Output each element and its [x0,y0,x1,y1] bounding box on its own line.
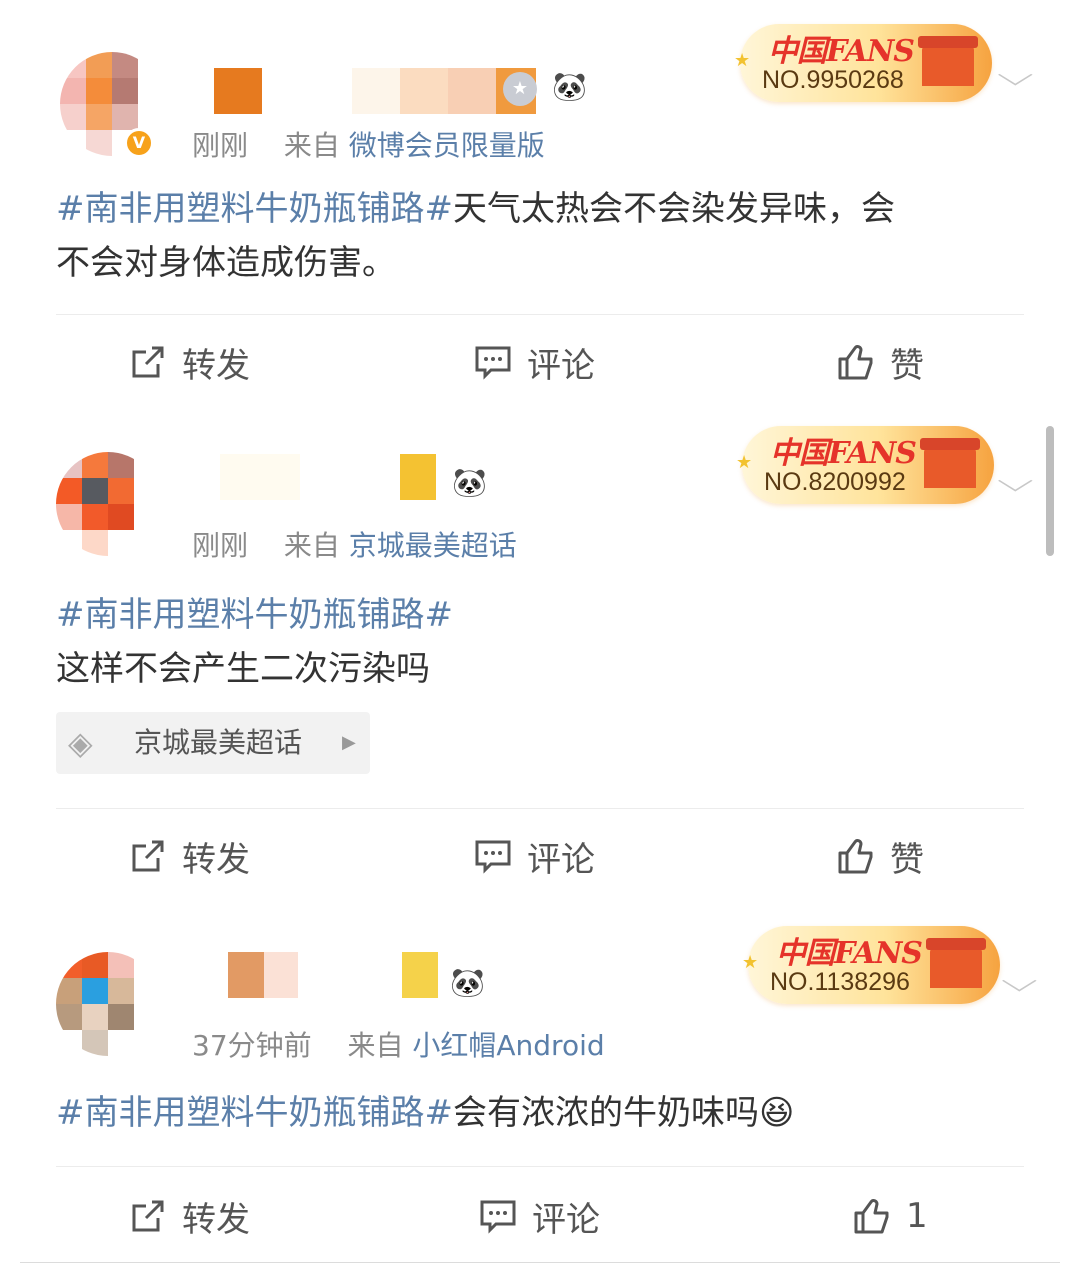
supertopic-chip[interactable]: ◈ 京城最美超话 ▶ [56,712,370,774]
like-button[interactable]: 赞 [836,332,924,392]
avatar[interactable] [56,452,160,556]
scrollbar[interactable] [1046,426,1054,556]
star-icon: ★ [734,50,751,71]
divider [56,808,1024,809]
tiananmen-icon [918,36,978,86]
tiananmen-icon [920,438,980,488]
username[interactable] [214,68,536,114]
arrow-right-icon: ▶ [342,732,356,753]
username[interactable] [228,952,438,998]
post-time: 刚刚 [192,529,249,562]
post-text: #南非用塑料牛奶瓶铺路#会有浓浓的牛奶味吗😆 [56,1086,1016,1140]
panda-icon: 🐼 [452,466,487,500]
fans-logo: 中国FANS [776,936,923,971]
fans-number: NO.8200992 [764,468,906,496]
post-card: 🐼 刚刚 来自 京城最美超话 ★ 中国FANS NO.8200992 ⌵ #南非… [0,420,1080,920]
post-body-line: 天气太热会不会染发异味，会 [452,189,895,229]
source-prefix: 来自 [347,1029,404,1062]
repost-label: 转发 [182,1199,250,1240]
share-icon [128,836,168,876]
action-bar: 转发 评论 1 [0,1186,1080,1246]
fans-number: NO.1138296 [770,968,910,996]
comment-button[interactable]: 评论 [478,1186,600,1246]
topic-link[interactable]: #南非用塑料牛奶瓶铺路# [56,595,453,635]
post-body-line: 不会对身体造成伤害。 [56,243,396,283]
post-text: #南非用塑料牛奶瓶铺路# 这样不会产生二次污染吗 [56,588,1016,696]
source-link[interactable]: 小红帽Android [412,1029,604,1062]
source-prefix: 来自 [283,129,340,162]
fans-number: NO.9950268 [762,66,904,94]
like-label: 赞 [890,839,924,880]
chevron-down-icon[interactable]: ⌵ [997,58,1033,93]
panda-icon: 🐼 [552,70,587,104]
post-time: 刚刚 [192,129,249,162]
comment-button[interactable]: 评论 [473,332,595,392]
share-icon [128,1196,168,1236]
action-bar: 转发 评论 赞 [0,332,1080,392]
like-button[interactable]: 1 [852,1186,928,1246]
comment-label: 评论 [532,1199,600,1240]
source-link[interactable]: 微博会员限量版 [349,129,545,162]
star-icon: ★ [742,952,759,973]
username[interactable] [220,454,436,500]
panda-icon: 🐼 [450,966,485,1000]
comment-button[interactable]: 评论 [473,826,595,886]
post-text: #南非用塑料牛奶瓶铺路#天气太热会不会染发异味，会 不会对身体造成伤害。 [56,182,1016,290]
post-time: 37分钟前 [192,1029,312,1062]
divider [56,314,1024,315]
chevron-down-icon[interactable]: ⌵ [997,464,1033,499]
fans-logo: 中国FANS [770,436,917,471]
fans-badge[interactable]: ★ 中国FANS NO.8200992 [736,426,994,504]
comment-icon [478,1196,518,1236]
thumbs-up-icon [852,1196,892,1236]
fans-logo: 中国FANS [768,34,915,69]
medal-icon: ★ [503,72,537,106]
chevron-down-icon[interactable]: ⌵ [1001,964,1037,999]
like-button[interactable]: 赞 [836,826,924,886]
post-meta: 刚刚 来自 微博会员限量版 [192,124,545,164]
comment-label: 评论 [527,839,595,880]
post-body-line: 会有浓浓的牛奶味吗 [452,1093,759,1133]
comment-icon [473,836,513,876]
tiananmen-icon [926,938,986,988]
repost-button[interactable]: 转发 [128,1186,250,1246]
post-meta: 37分钟前 来自 小红帽Android [192,1024,605,1064]
comment-icon [473,342,513,382]
diamond-icon: ◈ [68,724,93,762]
topic-link[interactable]: #南非用塑料牛奶瓶铺路# [56,189,453,229]
like-label: 赞 [890,345,924,386]
share-icon [128,342,168,382]
verified-badge-icon: V [124,128,154,158]
star-icon: ★ [736,452,753,473]
post-body-line: 这样不会产生二次污染吗 [56,649,430,689]
divider [56,1166,1024,1167]
like-count: 1 [906,1196,928,1236]
comment-label: 评论 [527,345,595,386]
chip-label: 京城最美超话 [134,726,303,759]
action-bar: 转发 评论 赞 [0,826,1080,886]
post-card: V ★ 🐼 刚刚 来自 微博会员限量版 ★ 中国FANS NO.9950268 … [0,0,1080,420]
thumbs-up-icon [836,342,876,382]
repost-label: 转发 [182,345,250,386]
fans-badge[interactable]: ★ 中国FANS NO.9950268 [734,24,992,102]
topic-link[interactable]: #南非用塑料牛奶瓶铺路# [56,1093,453,1133]
source-prefix: 来自 [283,529,340,562]
post-meta: 刚刚 来自 京城最美超话 [192,524,517,564]
fans-badge[interactable]: ★ 中国FANS NO.1138296 [742,926,1000,1004]
repost-label: 转发 [182,839,250,880]
avatar[interactable] [56,952,160,1056]
laughing-emoji-icon: 😆 [758,1093,795,1133]
thumbs-up-icon [836,836,876,876]
post-card: 🐼 37分钟前 来自 小红帽Android ★ 中国FANS NO.113829… [0,920,1080,1262]
divider [20,1262,1060,1263]
repost-button[interactable]: 转发 [128,332,250,392]
repost-button[interactable]: 转发 [128,826,250,886]
source-link[interactable]: 京城最美超话 [349,529,517,562]
